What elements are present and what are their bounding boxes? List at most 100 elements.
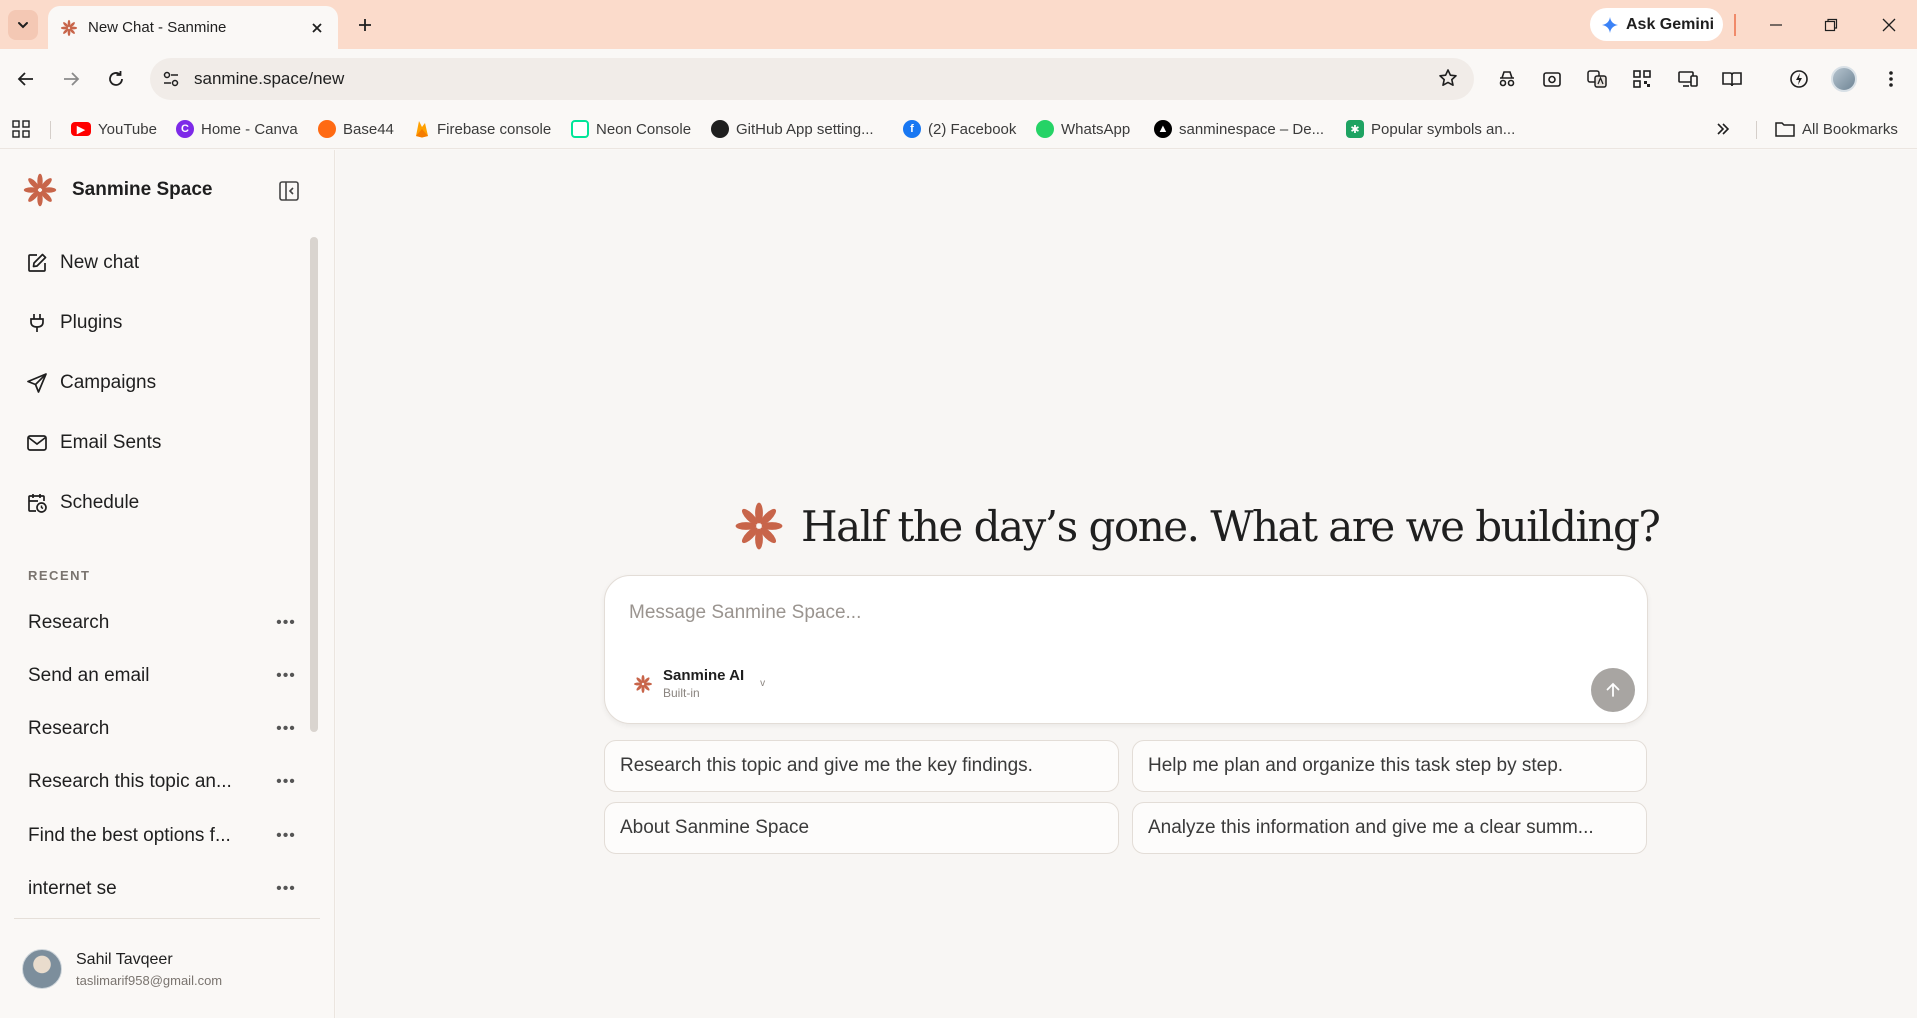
incognito-icon	[1499, 71, 1515, 87]
restore-button[interactable]	[1811, 10, 1851, 40]
bookmark-label: Firebase console	[437, 120, 552, 138]
close-tab-button[interactable]	[306, 17, 328, 39]
profile-avatar[interactable]	[1831, 66, 1857, 92]
recent-chat-label: Research	[28, 612, 110, 633]
chevron-down-icon	[18, 22, 28, 29]
bookmark-whatsapp[interactable]: WhatsApp	[1036, 117, 1130, 141]
whatsapp-icon	[1036, 120, 1054, 138]
suggestion-chip[interactable]: Analyze this information and give me a c…	[1132, 802, 1647, 854]
nav-campaigns[interactable]: Campaigns	[26, 368, 156, 398]
bookmark-canva[interactable]: C Home - Canva	[176, 117, 298, 141]
minimize-button[interactable]	[1756, 10, 1796, 40]
nav-schedule[interactable]: Schedule	[26, 488, 139, 518]
github-icon	[711, 120, 729, 138]
chevron-down-icon: v	[760, 678, 766, 689]
gemini-sparkle-icon	[1602, 16, 1618, 33]
bookmark-label: Home - Canva	[201, 120, 298, 138]
brand[interactable]: Sanmine Space	[22, 172, 212, 208]
bookmark-star-icon[interactable]	[1438, 68, 1458, 88]
model-name: Sanmine AI	[663, 667, 745, 684]
more-options-icon[interactable]: •••	[274, 773, 298, 791]
user-profile[interactable]: Sahil Tavqeer taslimarif958@gmail.com	[22, 949, 222, 989]
arrow-right-icon	[64, 72, 80, 86]
nav-email-sents[interactable]: Email Sents	[26, 428, 161, 458]
more-options-icon[interactable]: •••	[274, 720, 298, 738]
apps-button[interactable]	[12, 117, 30, 141]
all-bookmarks-label: All Bookmarks	[1802, 120, 1898, 138]
recent-chat-item[interactable]: Send an email •••	[28, 661, 298, 691]
performance-button[interactable]	[1783, 63, 1815, 95]
forward-button[interactable]	[55, 63, 87, 95]
recent-chat-label: Send an email	[28, 665, 150, 686]
new-tab-button[interactable]	[350, 10, 380, 40]
translate-icon	[1587, 70, 1607, 88]
bookmark-facebook[interactable]: f (2) Facebook	[903, 117, 1016, 141]
bookmark-github[interactable]: GitHub App setting...	[711, 117, 874, 141]
devices-icon	[1678, 71, 1698, 87]
facebook-icon: f	[903, 120, 921, 138]
vercel-icon: ▲	[1154, 120, 1172, 138]
more-options-icon[interactable]: •••	[274, 667, 298, 685]
sidebar-scrollbar[interactable]	[310, 237, 318, 732]
bookmark-youtube[interactable]: ▶ YouTube	[71, 117, 157, 141]
send-button[interactable]	[1591, 668, 1635, 712]
all-bookmarks-button[interactable]: All Bookmarks	[1775, 117, 1898, 141]
reading-mode-icon	[1722, 72, 1742, 87]
reload-icon	[109, 71, 123, 86]
reading-mode-button[interactable]	[1716, 63, 1748, 95]
browser-menu-button[interactable]	[1875, 63, 1907, 95]
user-email: taslimarif958@gmail.com	[76, 972, 223, 988]
send-icon	[27, 373, 47, 393]
devices-extension-button[interactable]	[1672, 63, 1704, 95]
recent-chat-item[interactable]: Research •••	[28, 714, 298, 744]
firebase-icon	[416, 121, 428, 138]
reload-button[interactable]	[100, 63, 132, 95]
qr-extension-button[interactable]	[1626, 63, 1658, 95]
url-text: sanmine.space/new	[194, 69, 345, 88]
greeting-text: Half the day’s gone. What are we buildin…	[801, 501, 1661, 551]
plus-icon	[359, 19, 371, 31]
suggestion-label: Research this topic and give me the key …	[620, 755, 1033, 776]
arrow-up-icon	[1606, 682, 1620, 697]
recent-chat-item[interactable]: internet se •••	[28, 874, 298, 904]
avatar	[22, 949, 62, 989]
suggestion-chip[interactable]: Help me plan and organize this task step…	[1132, 740, 1647, 792]
nav-label: Schedule	[60, 492, 140, 513]
back-button[interactable]	[10, 63, 42, 95]
screenshot-extension-button[interactable]	[1536, 63, 1568, 95]
tab-search-button[interactable]	[8, 10, 38, 40]
canva-icon: C	[176, 120, 194, 138]
close-window-button[interactable]	[1869, 10, 1909, 40]
suggestion-chip[interactable]: About Sanmine Space	[604, 802, 1119, 854]
more-bookmarks-button[interactable]	[1716, 117, 1730, 141]
collapse-sidebar-button[interactable]	[278, 180, 300, 202]
recent-chat-item[interactable]: Find the best options f... •••	[28, 821, 298, 851]
active-tab[interactable]: New Chat - Sanmine	[48, 6, 338, 49]
sanmine-logo-icon	[60, 19, 78, 36]
bookmark-vercel[interactable]: ▲ sanminespace – De...	[1154, 117, 1324, 141]
translate-extension-button[interactable]	[1581, 63, 1613, 95]
suggestion-label: Analyze this information and give me a c…	[1148, 817, 1594, 838]
bookmark-base44[interactable]: Base44	[318, 117, 394, 141]
site-settings-icon[interactable]	[162, 70, 180, 88]
more-options-icon[interactable]: •••	[274, 614, 298, 632]
suggestion-chip[interactable]: Research this topic and give me the key …	[604, 740, 1119, 792]
more-options-icon[interactable]: •••	[274, 880, 298, 898]
address-bar[interactable]: sanmine.space/new	[150, 58, 1474, 100]
bookmark-neon[interactable]: Neon Console	[571, 117, 691, 141]
bookmark-firebase[interactable]: Firebase console	[414, 117, 551, 141]
incognito-extension-button[interactable]	[1491, 63, 1523, 95]
divider	[1756, 121, 1757, 139]
recent-chat-label: Research this topic an...	[28, 771, 232, 792]
bookmark-symbols[interactable]: ✱ Popular symbols an...	[1346, 117, 1515, 141]
brand-name: Sanmine Space	[72, 179, 213, 200]
ask-gemini-button[interactable]: Ask Gemini	[1590, 8, 1723, 41]
recent-chat-item[interactable]: Research •••	[28, 608, 298, 638]
more-vertical-icon	[1889, 71, 1893, 87]
more-options-icon[interactable]: •••	[274, 827, 298, 845]
recent-chat-item[interactable]: Research this topic an... •••	[28, 767, 298, 797]
model-selector[interactable]: Sanmine AI Built-in v	[633, 667, 765, 700]
nav-plugins[interactable]: Plugins	[26, 308, 122, 338]
message-input[interactable]	[629, 598, 1529, 628]
nav-new-chat[interactable]: New chat	[26, 248, 139, 278]
